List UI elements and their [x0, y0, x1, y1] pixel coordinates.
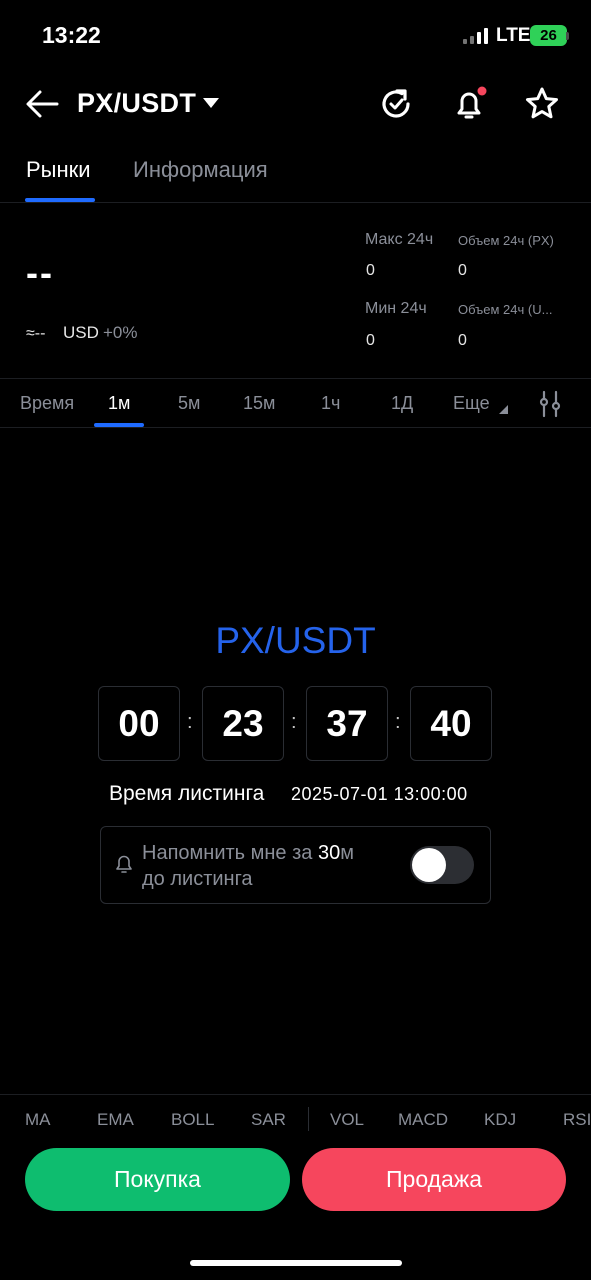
divider [0, 202, 591, 203]
chevron-down-icon[interactable] [203, 98, 219, 108]
refresh-icon[interactable] [378, 86, 414, 122]
listing-time-label: Время листинга [109, 782, 265, 805]
bell-icon [116, 855, 132, 873]
reminder-prefix: Напомнить мне за [142, 842, 318, 864]
indicator-ema[interactable]: EMA [97, 1110, 134, 1130]
reminder-unit: м [340, 842, 354, 864]
signal-icon [463, 27, 488, 44]
battery-tip [566, 32, 569, 40]
back-arrow-icon[interactable] [24, 88, 60, 120]
reminder-text: Напомнить мне за 30м до листинга [142, 840, 392, 892]
interval-1m[interactable]: 1м [108, 393, 130, 414]
volume-24h-usdt-label: Объем 24ч (U... [458, 302, 553, 317]
high-24h-value: 0 [366, 262, 375, 279]
volume-24h-px-value: 0 [458, 262, 467, 279]
interval-time[interactable]: Время [20, 393, 74, 414]
interval-1h[interactable]: 1ч [321, 393, 340, 414]
countdown-separator: : [395, 711, 401, 733]
interval-more[interactable]: Еще [453, 393, 490, 414]
low-24h-label: Мин 24ч [365, 300, 427, 317]
reminder-line2: до листинга [142, 868, 253, 890]
notification-dot [477, 86, 487, 96]
indicator-rsi[interactable]: RSI [563, 1110, 591, 1130]
volume-24h-usdt-value: 0 [458, 332, 467, 349]
divider [0, 1094, 591, 1095]
countdown-days: 00 [98, 686, 180, 761]
last-price: -- [26, 252, 54, 293]
countdown-minutes: 37 [306, 686, 388, 761]
indicator-sar[interactable]: SAR [251, 1110, 286, 1130]
high-24h-label: Макс 24ч [365, 231, 434, 248]
battery-level: 26 [540, 27, 557, 44]
battery-icon: 26 [530, 25, 567, 46]
volume-24h-px-label: Объем 24ч (PX) [458, 233, 554, 248]
indicator-macd[interactable]: MACD [398, 1110, 448, 1130]
bell-icon[interactable] [451, 86, 487, 122]
countdown-separator: : [187, 711, 193, 733]
indicator-ma[interactable]: MA [25, 1110, 51, 1130]
interval-1d[interactable]: 1Д [391, 393, 413, 414]
interval-5m[interactable]: 5м [178, 393, 200, 414]
toggle-knob[interactable] [412, 848, 446, 882]
tab-information[interactable]: Информация [133, 157, 268, 183]
indicator-kdj[interactable]: KDJ [484, 1110, 516, 1130]
quote-currency: USD [63, 323, 99, 342]
countdown-separator: : [291, 711, 297, 733]
countdown-seconds: 40 [410, 686, 492, 761]
indicator-vol[interactable]: VOL [330, 1110, 364, 1130]
approx-price: ≈-- [26, 325, 46, 342]
reminder-minutes: 30 [317, 842, 341, 864]
home-indicator[interactable] [190, 1260, 402, 1266]
network-label: LTE [496, 25, 531, 46]
more-caret-icon [499, 405, 508, 414]
indicator-boll[interactable]: BOLL [171, 1110, 214, 1130]
listing-time-value: 2025-07-01 13:00:00 [291, 784, 468, 804]
status-time: 13:22 [42, 22, 101, 48]
price-change: +0% [103, 323, 138, 342]
listing-pair-title: PX/USDT [215, 620, 376, 661]
pair-title[interactable]: PX/USDT [77, 88, 196, 119]
divider [0, 378, 591, 379]
countdown-hours: 23 [202, 686, 284, 761]
sell-button[interactable]: Продажа [302, 1148, 566, 1211]
divider [0, 427, 591, 428]
tab-markets[interactable]: Рынки [26, 157, 91, 183]
interval-15m[interactable]: 15м [243, 393, 275, 414]
low-24h-value: 0 [366, 332, 375, 349]
buy-button[interactable]: Покупка [25, 1148, 290, 1211]
indicator-divider [308, 1107, 309, 1131]
settings-sliders-icon[interactable] [538, 390, 562, 418]
star-icon[interactable] [524, 86, 560, 122]
